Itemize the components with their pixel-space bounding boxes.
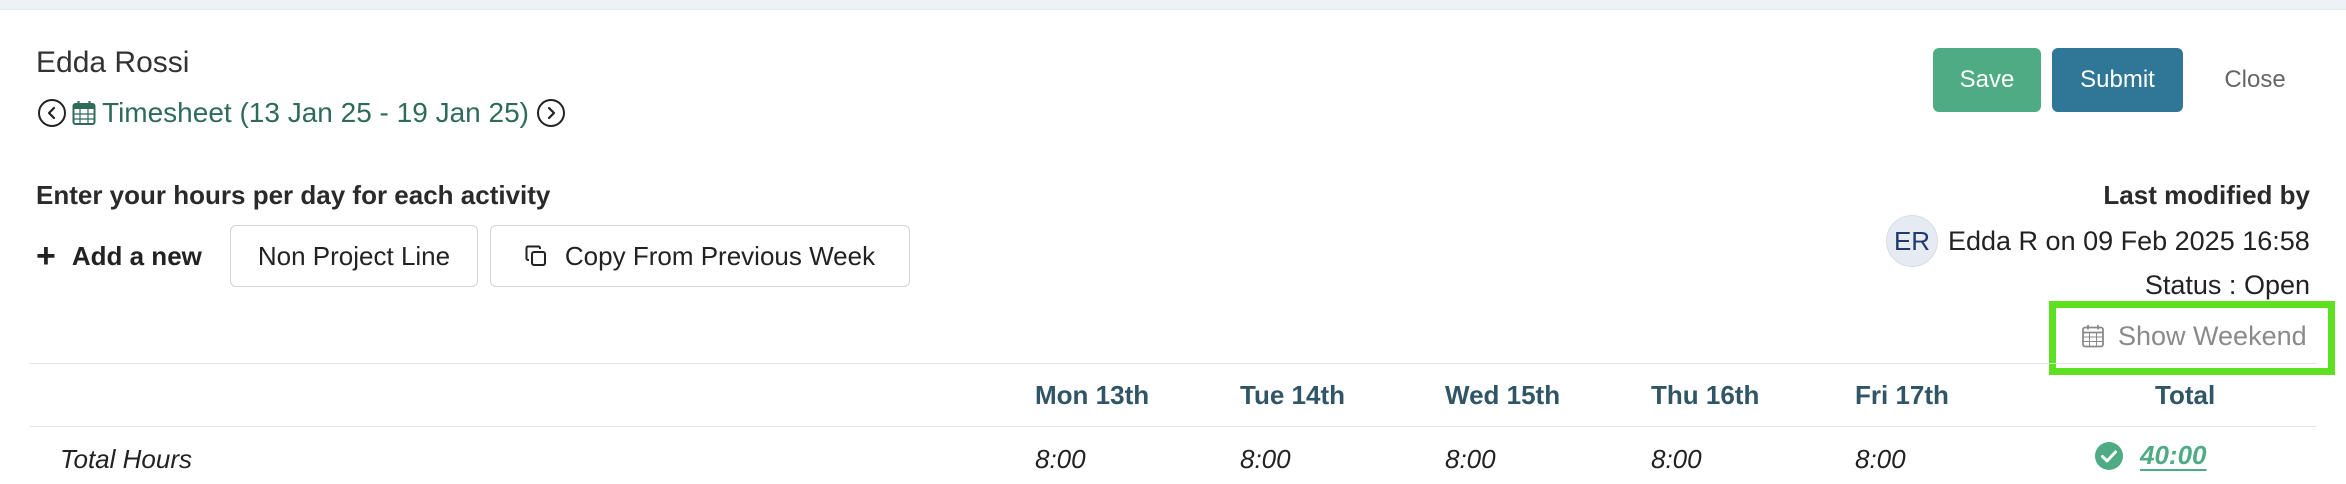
check-circle-icon — [2094, 441, 2124, 471]
user-name: Edda Rossi — [36, 46, 190, 79]
copy-icon — [525, 245, 547, 267]
timesheet-title[interactable]: Timesheet (13 Jan 25 - 19 Jan 25) — [102, 97, 529, 129]
close-button[interactable]: Close — [2200, 48, 2310, 112]
total-cell: 40:00 — [2094, 440, 2207, 471]
total-hours-label: Total Hours — [60, 444, 192, 474]
prev-week-icon[interactable] — [38, 99, 66, 127]
column-header: Mon 13th — [1035, 380, 1150, 410]
column-header: Thu 16th — [1651, 380, 1760, 410]
total-hours-value[interactable]: 40:00 — [2140, 440, 2207, 471]
table-cell: 8:00 — [1240, 444, 1291, 474]
table-top-divider — [30, 363, 2316, 364]
last-modified-text: Edda R on 09 Feb 2025 16:58 — [1948, 226, 2310, 256]
column-header: Wed 15th — [1445, 380, 1561, 410]
table-cell: 8:00 — [1855, 444, 1906, 474]
table-cell: 8:00 — [1035, 444, 1086, 474]
status-text: Status : Open — [2144, 270, 2310, 300]
copy-previous-week-label: Copy From Previous Week — [564, 240, 876, 271]
timesheet-card: Edda Rossi Timesheet (13 Jan 25 - 19 Jan… — [0, 9, 2346, 484]
column-header: Fri 17th — [1855, 380, 1949, 410]
plus-icon: + — [36, 237, 56, 275]
column-header-total: Total — [2155, 380, 2216, 410]
save-button[interactable]: Save — [1933, 48, 2041, 112]
table-cell: 8:00 — [1651, 444, 1702, 474]
column-header: Tue 14th — [1240, 380, 1345, 410]
table-cell: 8:00 — [1445, 444, 1496, 474]
avatar: ER — [1886, 215, 1938, 267]
timesheet-nav: Timesheet (13 Jan 25 - 19 Jan 25) — [38, 96, 565, 130]
submit-button[interactable]: Submit — [2052, 48, 2183, 112]
non-project-line-label: Non Project Line — [257, 240, 451, 271]
table-header-divider — [30, 426, 2316, 427]
add-new-group: + Add a new — [36, 238, 202, 274]
add-new-label: Add a new — [71, 240, 202, 271]
last-modified-label: Last modified by — [2103, 180, 2310, 210]
instructions-text: Enter your hours per day for each activi… — [36, 180, 551, 210]
next-week-icon[interactable] — [536, 99, 565, 127]
calendar-icon — [72, 100, 96, 126]
copy-previous-week-button[interactable]: Copy From Previous Week — [490, 225, 910, 287]
non-project-line-button[interactable]: Non Project Line — [230, 225, 478, 287]
